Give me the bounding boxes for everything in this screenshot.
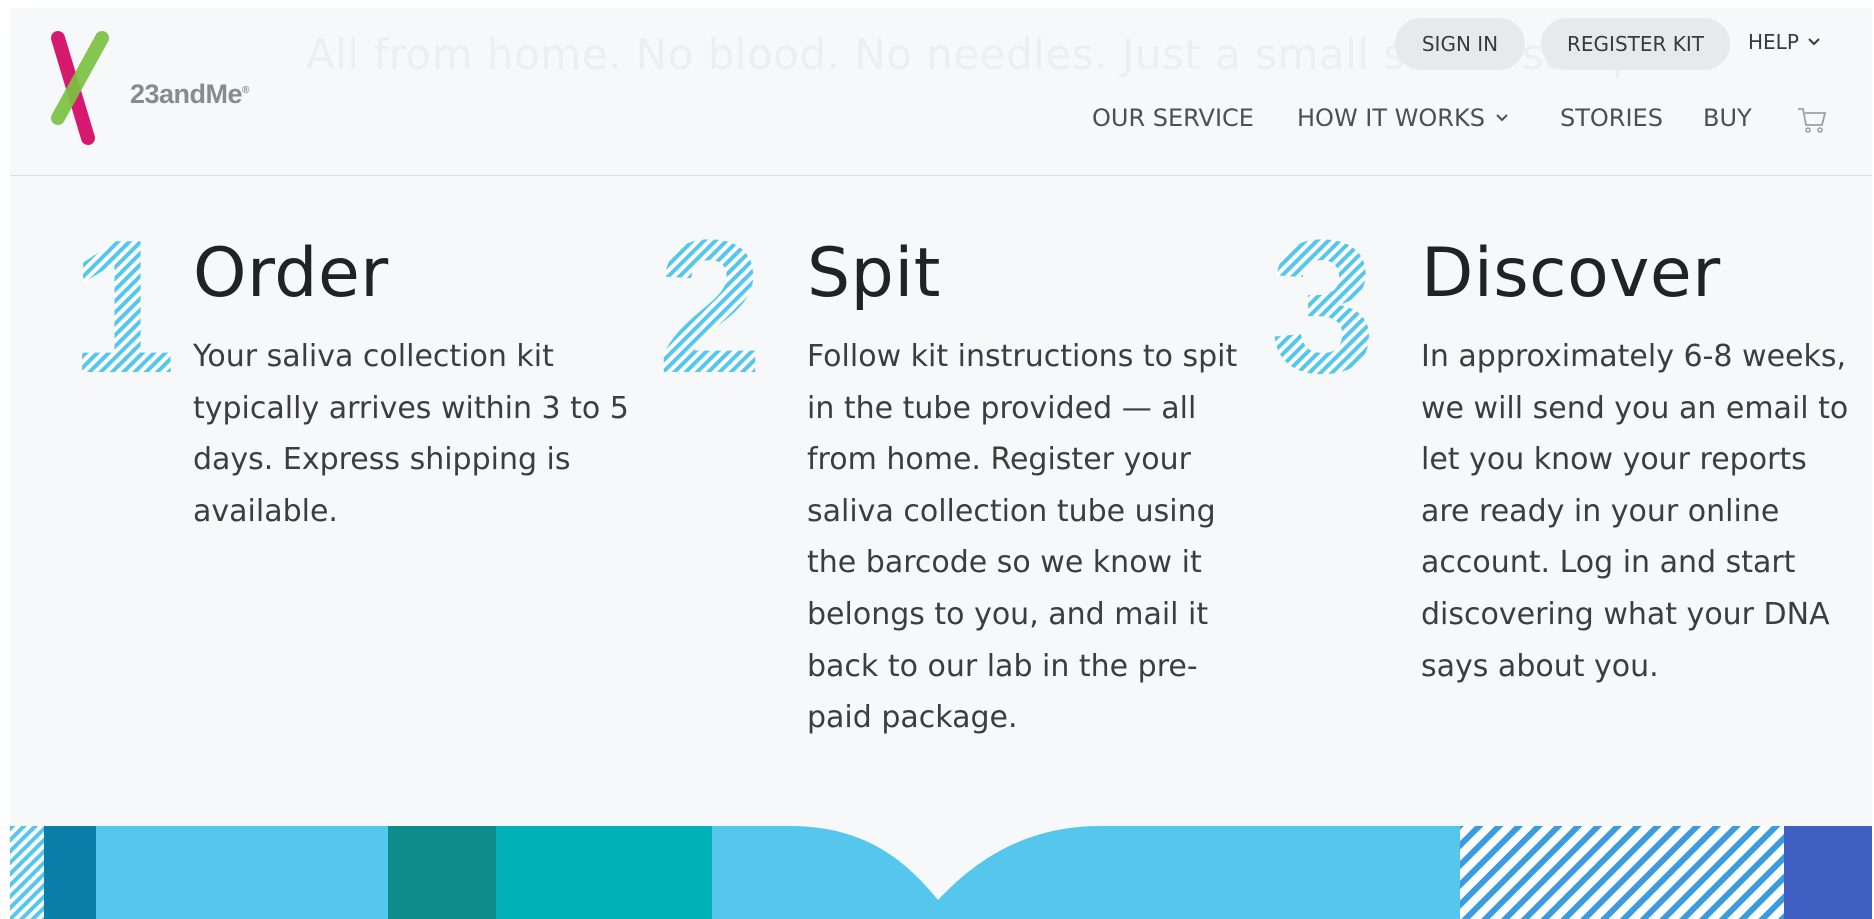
step-2-line: Follow kit instructions to spit <box>807 339 1238 374</box>
step-2-line: belongs to you, and mail it <box>807 596 1209 632</box>
step-3-description: In approximately 6-8 weeks, we will send… <box>1421 331 1861 692</box>
step-2-line: in the tube provided — all <box>807 390 1197 426</box>
decorative-color-band <box>10 826 1872 919</box>
step-1-title: Order <box>193 234 389 313</box>
step-3-line: discovering what your DNA <box>1421 596 1830 632</box>
step-2-line: from home. Register your <box>807 442 1191 478</box>
nav-our-service[interactable]: OUR SERVICE <box>1092 104 1254 132</box>
svg-text:3: 3 <box>1270 224 1376 384</box>
step-1-number-graphic: 1 <box>70 224 176 384</box>
step-2-line: the barcode so we know it <box>807 545 1202 581</box>
help-menu[interactable]: HELP <box>1748 30 1821 54</box>
logo-wordmark: 23andMe® <box>130 79 249 109</box>
cart-icon[interactable] <box>1796 104 1828 136</box>
step-1-description: Your saliva collection kit typically arr… <box>193 331 633 537</box>
help-label: HELP <box>1748 30 1799 54</box>
chevron-down-icon <box>1496 114 1508 122</box>
step-2-title: Spit <box>807 234 941 313</box>
step-3-line: are ready in your online <box>1421 493 1780 529</box>
step-1-line: available. <box>193 493 338 529</box>
nav-how-it-works[interactable]: HOW IT WORKS <box>1297 104 1509 132</box>
chevron-down-icon <box>1808 38 1820 46</box>
svg-text:2: 2 <box>657 224 763 384</box>
step-3-line: let you know your reports <box>1421 442 1807 478</box>
logo-x-icon <box>51 31 109 145</box>
site-header: All from home. No blood. No needles. Jus… <box>10 8 1872 176</box>
step-3-line: In approximately 6-8 weeks, <box>1421 339 1847 374</box>
step-1-line: days. Express shipping is <box>193 442 571 478</box>
step-2-line: paid package. <box>807 700 1018 736</box>
step-3-number-graphic: 3 <box>1270 224 1376 384</box>
nav-how-it-works-label: HOW IT WORKS <box>1297 104 1485 132</box>
step-3-line: says about you. <box>1421 648 1659 684</box>
sign-in-button[interactable]: SIGN IN <box>1395 18 1525 70</box>
step-3-line: account. Log in and start <box>1421 545 1796 581</box>
nav-stories[interactable]: STORIES <box>1560 104 1663 132</box>
step-3-title: Discover <box>1421 234 1721 313</box>
register-kit-button[interactable]: REGISTER KIT <box>1541 18 1730 70</box>
step-2-line: back to our lab in the pre- <box>807 648 1198 684</box>
step-3-line: we will send you an email to <box>1421 390 1849 426</box>
svg-text:1: 1 <box>70 224 176 384</box>
step-2-line: saliva collection tube using <box>807 493 1216 529</box>
brand-logo[interactable]: 23andMe® <box>46 26 249 156</box>
step-1-line: Your saliva collection kit <box>193 339 554 374</box>
nav-buy[interactable]: BUY <box>1703 104 1752 132</box>
step-2-number-graphic: 2 <box>657 224 763 384</box>
step-2-description: Follow kit instructions to spit in the t… <box>807 331 1247 744</box>
page-frame: All from home. No blood. No needles. Jus… <box>10 8 1872 919</box>
step-1-line: typically arrives within 3 to 5 <box>193 390 629 426</box>
